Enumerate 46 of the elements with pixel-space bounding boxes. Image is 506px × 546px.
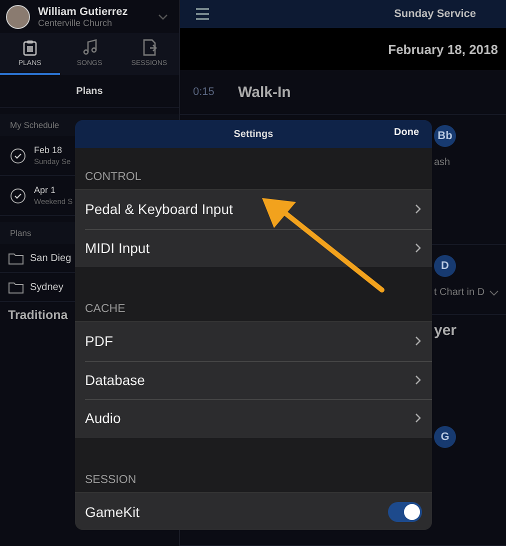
toggle-switch[interactable] bbox=[388, 502, 422, 522]
check-circle-icon bbox=[10, 188, 26, 204]
plan-date: Apr 1 bbox=[34, 185, 57, 195]
organization-name: Centerville Church bbox=[38, 18, 114, 28]
chevron-right-icon bbox=[415, 336, 422, 346]
chevron-down-icon bbox=[488, 288, 499, 296]
row-label: PDF bbox=[85, 333, 113, 350]
folder-icon bbox=[8, 250, 24, 266]
document-arrow-icon bbox=[141, 39, 158, 56]
chevron-down-icon bbox=[157, 12, 169, 22]
chevron-right-icon bbox=[415, 204, 422, 214]
group-heading: Traditiona bbox=[8, 308, 68, 322]
settings-row[interactable]: Audio bbox=[75, 399, 432, 438]
chevron-right-icon bbox=[415, 374, 422, 385]
key-badge: Bb bbox=[434, 125, 456, 147]
key-badge: D bbox=[434, 255, 456, 277]
chevron-right-icon bbox=[415, 242, 422, 253]
plan-date: Feb 18 bbox=[34, 145, 64, 155]
folder-name: San Dieg bbox=[30, 252, 72, 264]
service-date: February 18, 2018 bbox=[180, 28, 506, 70]
row-label: Audio bbox=[85, 410, 121, 426]
arrangement-name: ash bbox=[434, 157, 450, 168]
folder-icon bbox=[8, 280, 24, 294]
item-time: 0:15 bbox=[192, 86, 216, 98]
item-title: Walk-In bbox=[238, 84, 291, 100]
menu-icon bbox=[196, 8, 209, 20]
avatar bbox=[6, 4, 30, 28]
settings-row[interactable]: MIDI Input bbox=[75, 228, 432, 267]
clipboard-icon bbox=[22, 39, 38, 56]
settings-row[interactable]: Database bbox=[75, 360, 432, 399]
chevron-right-icon bbox=[415, 413, 422, 424]
settings-row[interactable]: Pedal & Keyboard Input bbox=[75, 190, 432, 228]
arrangement-name: t Chart in D bbox=[434, 287, 485, 298]
check-circle-icon bbox=[10, 148, 26, 164]
settings-row[interactable]: PDF bbox=[75, 322, 432, 360]
row-label: Pedal & Keyboard Input bbox=[85, 201, 233, 218]
service-title: Sunday Service bbox=[394, 8, 476, 20]
done-button[interactable]: Done bbox=[394, 127, 419, 138]
key-badge: G bbox=[434, 426, 456, 448]
item-title: yer bbox=[434, 322, 457, 338]
row-label: Database bbox=[85, 372, 145, 388]
row-label: GameKit bbox=[85, 504, 140, 520]
folder-name: Sydney bbox=[30, 282, 64, 292]
music-note-icon bbox=[82, 39, 98, 56]
user-name: William Gutierrez bbox=[38, 6, 129, 18]
sheet-title: Settings bbox=[234, 128, 274, 140]
